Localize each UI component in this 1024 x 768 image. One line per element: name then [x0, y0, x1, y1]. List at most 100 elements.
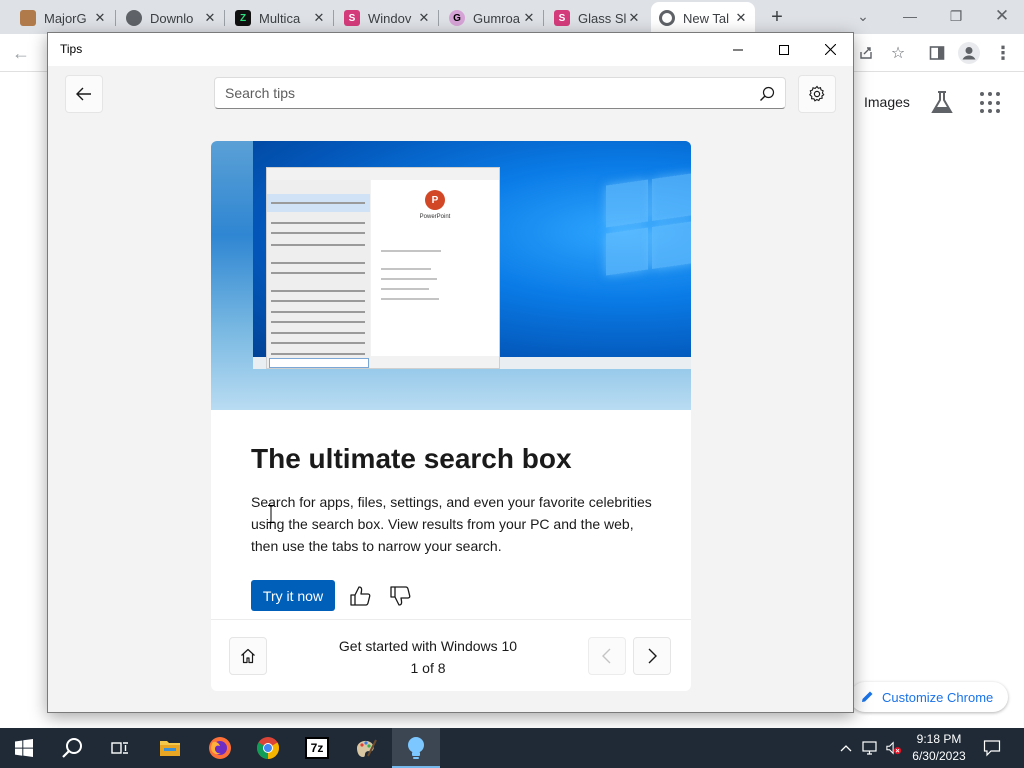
- volume-muted-icon[interactable]: [886, 740, 902, 756]
- tab-title: Gumroa: [473, 10, 520, 26]
- majorgeeks-favicon-icon: [20, 10, 36, 26]
- close-icon[interactable]: ✕: [416, 10, 432, 26]
- text-cursor-icon: [268, 505, 274, 523]
- close-icon[interactable]: ✕: [626, 10, 642, 26]
- title-bar[interactable]: Tips: [48, 33, 853, 66]
- close-icon[interactable]: ✕: [733, 10, 749, 26]
- share-icon[interactable]: [853, 40, 879, 66]
- file-explorer-icon: [160, 741, 180, 756]
- tip-heading: The ultimate search box: [251, 443, 572, 474]
- chrome-button[interactable]: [244, 728, 292, 768]
- customize-chrome-button[interactable]: Customize Chrome: [850, 682, 1008, 712]
- labs-flask-icon[interactable]: [930, 90, 954, 116]
- windows-logo-wallpaper-icon: [606, 173, 691, 278]
- search-input[interactable]: [215, 78, 755, 108]
- close-icon: [824, 44, 836, 55]
- customize-chrome-label: Customize Chrome: [882, 689, 994, 705]
- minimize-icon: [733, 49, 743, 50]
- chrome-tab-gumroad[interactable]: G Gumroa ✕: [443, 2, 543, 34]
- try-it-now-button[interactable]: Try it now: [251, 580, 335, 611]
- store-favicon-icon: S: [554, 10, 570, 26]
- chrome-tab-new-tab[interactable]: New Tal ✕: [651, 2, 755, 34]
- taskbar-search-button[interactable]: [48, 728, 96, 768]
- clock-time: 9:18 PM: [916, 732, 962, 746]
- chrome-tab-majorg[interactable]: MajorG ✕: [14, 2, 114, 34]
- images-link[interactable]: Images: [864, 94, 910, 110]
- tip-hero-image: P PowerPoint: [211, 141, 691, 410]
- tab-divider: [438, 10, 439, 26]
- back-button[interactable]: [65, 75, 103, 113]
- thumbs-down-button[interactable]: [387, 583, 413, 609]
- tab-title: Windov: [368, 10, 412, 26]
- search-icon[interactable]: [759, 86, 775, 102]
- taskbar-clock[interactable]: 9:18 PM 6/30/2023: [906, 731, 972, 765]
- collection-title: Get started with Windows 10: [338, 638, 518, 654]
- chrome-tab-windows[interactable]: S Windov ✕: [338, 2, 438, 34]
- paint-icon: [357, 739, 377, 757]
- chrome-favicon-icon: [659, 10, 675, 26]
- tips-icon: [408, 737, 424, 759]
- tab-title: MajorG: [44, 10, 87, 26]
- close-icon[interactable]: ✕: [311, 10, 327, 26]
- side-panel-icon[interactable]: [924, 40, 950, 66]
- home-button[interactable]: [229, 637, 267, 675]
- back-arrow-icon[interactable]: ←: [8, 40, 34, 66]
- chrome-tab-multicare[interactable]: Z Multica ✕: [229, 2, 333, 34]
- chevron-right-icon: [648, 648, 657, 664]
- start-search-field: [269, 358, 369, 368]
- tips-taskbar-button[interactable]: [392, 728, 440, 768]
- tab-title: Glass Sl: [578, 10, 626, 26]
- start-icon: [15, 739, 33, 757]
- thumbs-up-button[interactable]: [347, 583, 373, 609]
- firefox-icon: [209, 737, 231, 759]
- notification-center-icon[interactable]: [983, 739, 1001, 757]
- maximize-icon: [779, 44, 789, 55]
- chrome-tab-download[interactable]: Downlo ✕: [120, 2, 224, 34]
- window-title: Tips: [60, 42, 83, 56]
- pencil-icon: [862, 691, 873, 702]
- chrome-menu-icon[interactable]: ⋮: [990, 40, 1016, 66]
- minimize-icon[interactable]: —: [896, 4, 924, 28]
- tab-divider: [115, 10, 116, 26]
- gear-icon: [809, 85, 825, 102]
- new-tab-button[interactable]: +: [766, 6, 788, 28]
- task-view-button[interactable]: [96, 728, 144, 768]
- close-icon[interactable]: ✕: [988, 4, 1016, 28]
- thumbs-up-icon: [350, 586, 371, 606]
- paint-button[interactable]: [342, 728, 390, 768]
- chrome-icon: [257, 737, 279, 759]
- profile-avatar-icon[interactable]: [956, 40, 982, 66]
- minimize-button[interactable]: [715, 33, 761, 66]
- show-hidden-icons-chevron-icon[interactable]: [838, 740, 854, 756]
- chrome-tab-glass[interactable]: S Glass Sl ✕: [548, 2, 648, 34]
- tab-title: Multica: [259, 10, 301, 26]
- google-apps-icon[interactable]: [980, 92, 1002, 114]
- network-icon[interactable]: [862, 740, 878, 756]
- close-button[interactable]: [807, 33, 853, 66]
- bookmark-star-icon[interactable]: ☆: [885, 40, 911, 66]
- 7zip-icon: 7z: [305, 737, 329, 759]
- tip-description: Search for apps, files, settings, and ev…: [251, 494, 652, 554]
- restore-icon[interactable]: ❐: [942, 4, 970, 28]
- start-button[interactable]: [0, 728, 48, 768]
- firefox-button[interactable]: [196, 728, 244, 768]
- tip-card-footer: Get started with Windows 10 1 of 8: [211, 619, 691, 691]
- task-view-icon: [111, 742, 128, 754]
- previous-tip-button[interactable]: [588, 637, 626, 675]
- tab-search-chevron-icon[interactable]: ⌄: [849, 4, 877, 28]
- multicare-favicon-icon: Z: [235, 10, 251, 26]
- 7zip-button[interactable]: 7z: [293, 728, 341, 768]
- tab-divider: [543, 10, 544, 26]
- maximize-button[interactable]: [761, 33, 807, 66]
- tab-divider: [224, 10, 225, 26]
- search-box[interactable]: [214, 77, 786, 109]
- close-icon[interactable]: ✕: [92, 10, 108, 26]
- preview-app-name: PowerPoint: [419, 214, 451, 220]
- file-explorer-button[interactable]: [146, 728, 194, 768]
- gumroad-favicon-icon: G: [449, 10, 465, 26]
- close-icon[interactable]: ✕: [521, 10, 537, 26]
- tab-title: Downlo: [150, 10, 194, 26]
- next-tip-button[interactable]: [633, 637, 671, 675]
- close-icon[interactable]: ✕: [202, 10, 218, 26]
- settings-button[interactable]: [798, 75, 836, 113]
